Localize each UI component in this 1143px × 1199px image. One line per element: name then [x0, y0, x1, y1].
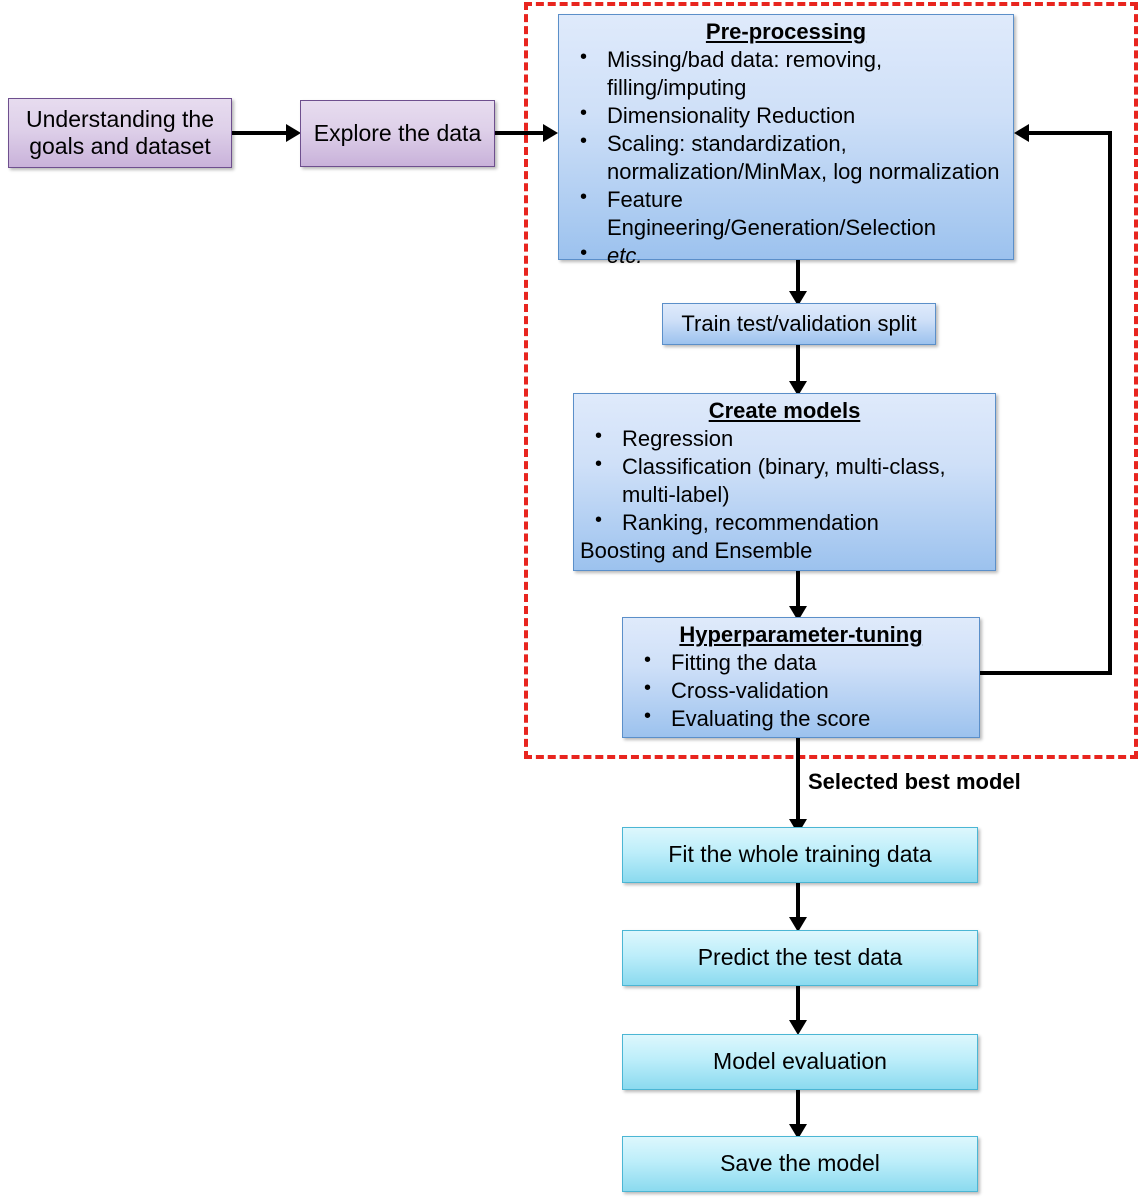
node-split-label: Train test/validation split: [681, 311, 917, 337]
hyperparameter-tuning-list: Fitting the data Cross-validation Evalua…: [629, 648, 973, 733]
node-save-model-label: Save the model: [720, 1150, 880, 1177]
list-item: Fitting the data: [629, 648, 973, 677]
node-understanding-goals-and-dataset[interactable]: Understanding the goals and dataset: [8, 98, 232, 168]
node-hyperparameter-tuning[interactable]: Hyperparameter-tuning Fitting the data C…: [622, 617, 980, 738]
list-item: Feature Engineering/Generation/Selection: [565, 185, 1007, 242]
pre-processing-title: Pre-processing: [705, 19, 867, 44]
hyperparameter-tuning-title: Hyperparameter-tuning: [679, 622, 923, 647]
connector-explore-to-preprocessing: [495, 131, 545, 135]
list-item: Scaling: standardization, normalization/…: [565, 129, 1007, 186]
node-predict-test-label: Predict the test data: [697, 944, 903, 971]
list-item-trailing: Boosting and Ensemble: [580, 538, 813, 564]
node-model-evaluation[interactable]: Model evaluation: [622, 1034, 978, 1090]
node-create-models[interactable]: Create models Regression Classification …: [573, 393, 996, 571]
arrowhead-feedback-into-preprocessing: [1014, 124, 1029, 142]
connector-feedback-bottom-segment: [980, 671, 1112, 675]
connector-understanding-to-explore: [232, 131, 288, 135]
node-predict-the-test-data[interactable]: Predict the test data: [622, 930, 978, 986]
node-save-the-model[interactable]: Save the model: [622, 1136, 978, 1192]
list-item: Cross-validation: [629, 676, 973, 705]
connector-hyperparameter-to-fit-whole: [796, 738, 800, 831]
create-models-list: Regression Classification (binary, multi…: [580, 424, 989, 565]
list-item: Evaluating the score: [629, 704, 973, 733]
selected-best-model-label: Selected best model: [808, 769, 1021, 794]
pre-processing-list: Missing/bad data: removing, filling/impu…: [565, 45, 1007, 270]
connector-preprocessing-to-split: [796, 260, 800, 295]
node-train-test-validation-split[interactable]: Train test/validation split: [662, 303, 936, 345]
node-explore-label: Explore the data: [313, 119, 482, 146]
node-fit-the-whole-training-data[interactable]: Fit the whole training data: [622, 827, 978, 883]
list-item: Missing/bad data: removing, filling/impu…: [565, 45, 1007, 102]
node-understanding-label: Understanding the goals and dataset: [26, 105, 214, 159]
list-item: Classification (binary, multi-class, mul…: [580, 452, 989, 509]
node-model-evaluation-label: Model evaluation: [713, 1048, 887, 1075]
connector-feedback-right-segment: [1108, 131, 1112, 675]
node-explore-the-data[interactable]: Explore the data: [300, 100, 495, 167]
list-item: Ranking, recommendation: [580, 508, 989, 537]
list-item: Dimensionality Reduction: [565, 101, 1007, 130]
create-models-title: Create models: [708, 398, 861, 423]
flowchart-canvas: Understanding the goals and dataset Expl…: [0, 0, 1143, 1199]
arrowhead-predict-test-to-model-evaluation: [789, 1020, 807, 1035]
arrowhead-understanding-to-explore: [286, 124, 301, 142]
list-item: Regression: [580, 424, 989, 453]
node-pre-processing[interactable]: Pre-processing Missing/bad data: removin…: [558, 14, 1014, 268]
list-item: etc.: [565, 241, 1007, 270]
connector-feedback-top-segment: [1029, 131, 1112, 135]
arrowhead-explore-to-preprocessing: [543, 124, 558, 142]
node-fit-whole-label: Fit the whole training data: [668, 841, 932, 868]
